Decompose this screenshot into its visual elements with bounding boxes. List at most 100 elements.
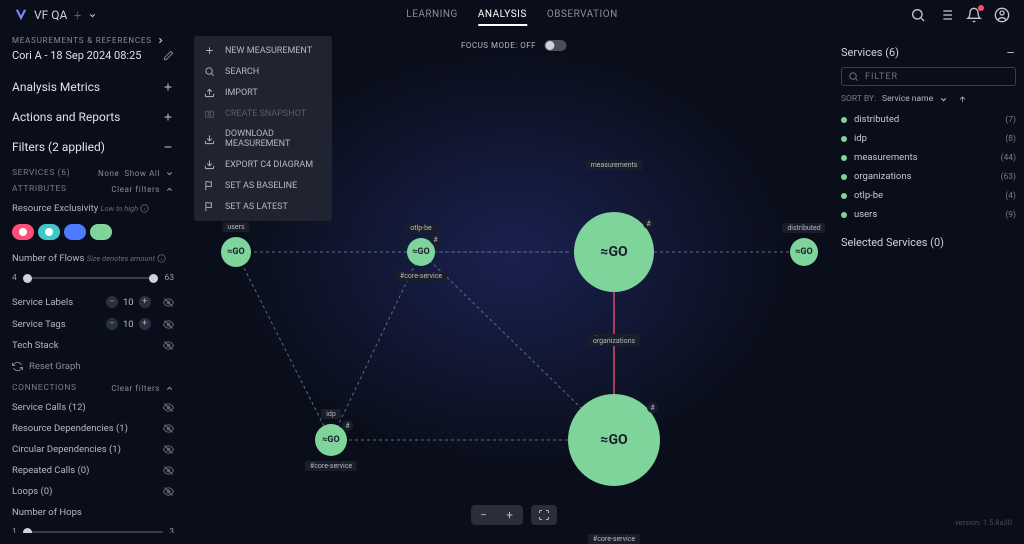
pencil-icon[interactable] xyxy=(163,50,174,61)
service-count: (9) xyxy=(1005,210,1016,220)
chevron-down-icon[interactable] xyxy=(165,169,174,178)
resource-exclusivity-row: Resource Exclusivity Low to high xyxy=(12,198,174,219)
bell-icon[interactable] xyxy=(966,7,982,23)
node-otlp-be[interactable]: ≈GO# otlp-be #core-service xyxy=(407,238,435,266)
plus-button[interactable]: + xyxy=(139,296,151,308)
minus-icon[interactable] xyxy=(1005,47,1016,58)
download-icon xyxy=(204,134,215,145)
filter-input-row[interactable] xyxy=(841,67,1016,86)
hops-max: 3 xyxy=(169,527,174,533)
menu-export-c4[interactable]: EXPORT C4 DIAGRAM xyxy=(194,154,332,175)
info-icon[interactable] xyxy=(140,204,149,213)
menu-label: NEW MEASUREMENT xyxy=(225,46,312,56)
loops-label: Loops (0) xyxy=(12,486,52,497)
minus-icon xyxy=(162,141,174,153)
tab-learning[interactable]: LEARNING xyxy=(406,5,458,26)
bubble-blue[interactable] xyxy=(64,224,86,240)
circular-deps-row[interactable]: Circular Dependencies (1) xyxy=(12,439,174,460)
info-icon[interactable] xyxy=(157,254,166,263)
avatar-icon[interactable] xyxy=(994,7,1010,23)
services-header: Services (6) xyxy=(841,46,1016,59)
connections-subheader: CONNECTIONS Clear filters xyxy=(12,383,174,393)
main: MEASUREMENTS & REFERENCES Cori A - 18 Se… xyxy=(0,30,1024,533)
reset-icon xyxy=(12,361,23,372)
focus-toggle[interactable] xyxy=(544,40,566,51)
service-labels-row: Service Labels − 10 + xyxy=(12,291,174,313)
num-flows-slider[interactable]: 4 63 xyxy=(12,273,174,283)
service-calls-row[interactable]: Service Calls (12) xyxy=(12,397,174,418)
eye-off-icon[interactable] xyxy=(163,319,174,330)
loops-row[interactable]: Loops (0) xyxy=(12,481,174,502)
sort-value[interactable]: Service name xyxy=(882,94,933,104)
chevron-up-icon[interactable] xyxy=(165,185,174,194)
tech-stack-row: Tech Stack xyxy=(12,335,174,356)
eye-off-icon[interactable] xyxy=(163,402,174,413)
list-icon[interactable] xyxy=(938,7,954,23)
snapshot-name: Cori A - 18 Sep 2024 08:25 xyxy=(12,49,141,62)
zoom-in-button[interactable]: + xyxy=(497,505,523,525)
bubble-green[interactable] xyxy=(90,224,112,240)
minus-button[interactable]: − xyxy=(106,318,118,330)
service-name: measurements xyxy=(854,152,917,163)
node-label: users xyxy=(222,222,249,232)
chevron-up-icon[interactable] xyxy=(165,384,174,393)
tab-analysis[interactable]: ANALYSIS xyxy=(478,5,527,26)
services-label: SERVICES (6) xyxy=(12,168,70,178)
eye-off-icon[interactable] xyxy=(163,340,174,351)
clear-connections-link[interactable]: Clear filters xyxy=(111,384,160,393)
service-item-idp[interactable]: idp(8) xyxy=(841,129,1016,148)
menu-search[interactable]: SEARCH xyxy=(194,61,332,82)
node-distributed[interactable]: ≈GO distributed xyxy=(790,238,818,266)
node-label: measurements xyxy=(586,160,643,170)
menu-label: CREATE SNAPSHOT xyxy=(225,109,306,119)
service-item-otlp-be[interactable]: otlp-be(4) xyxy=(841,186,1016,205)
plus-button[interactable]: + xyxy=(139,318,151,330)
service-item-distributed[interactable]: distributed(7) xyxy=(841,110,1016,129)
plus-icon xyxy=(162,81,174,93)
menu-new-measurement[interactable]: NEW MEASUREMENT xyxy=(194,40,332,61)
eye-off-icon[interactable] xyxy=(163,486,174,497)
menu-download[interactable]: DOWNLOAD MEASUREMENT xyxy=(194,124,332,154)
node-users[interactable]: ≈GO users xyxy=(221,237,251,267)
service-item-organizations[interactable]: organizations(63) xyxy=(841,167,1016,186)
menu-import[interactable]: IMPORT xyxy=(194,82,332,103)
menu-set-baseline[interactable]: SET AS BASELINE xyxy=(194,175,332,196)
services-title: Services (6) xyxy=(841,46,899,59)
service-item-users[interactable]: users(9) xyxy=(841,205,1016,224)
zoom-out-button[interactable]: − xyxy=(471,505,497,525)
service-item-measurements[interactable]: measurements(44) xyxy=(841,148,1016,167)
tab-observation[interactable]: OBSERVATION xyxy=(547,5,618,26)
reset-graph[interactable]: Reset Graph xyxy=(12,356,174,377)
resource-deps-row[interactable]: Resource Dependencies (1) xyxy=(12,418,174,439)
search-icon[interactable] xyxy=(910,7,926,23)
chevron-down-icon[interactable] xyxy=(939,95,948,104)
section-analysis-metrics[interactable]: Analysis Metrics xyxy=(12,72,174,102)
section-filters[interactable]: Filters (2 applied) xyxy=(12,132,174,162)
none-link[interactable]: None xyxy=(98,169,119,178)
eye-off-icon[interactable] xyxy=(163,423,174,434)
chevron-down-icon[interactable] xyxy=(88,11,97,20)
sort-direction-icon[interactable] xyxy=(958,95,967,104)
breadcrumb[interactable]: MEASUREMENTS & REFERENCES xyxy=(12,36,174,45)
menu-label: IMPORT xyxy=(225,88,258,98)
menu-set-latest[interactable]: SET AS LATEST xyxy=(194,196,332,217)
num-hops-slider[interactable]: 1 3 xyxy=(12,527,174,533)
fit-button[interactable] xyxy=(531,505,557,525)
logo-area[interactable]: VF QA xyxy=(14,8,97,22)
node-organizations[interactable]: ≈GO# organizations #core-service xyxy=(568,394,660,486)
section-actions-reports[interactable]: Actions and Reports xyxy=(12,102,174,132)
focus-label: FOCUS MODE: OFF xyxy=(461,41,536,50)
bubble-teal[interactable] xyxy=(38,224,60,240)
menu-label: DOWNLOAD MEASUREMENT xyxy=(225,129,322,149)
eye-off-icon[interactable] xyxy=(163,444,174,455)
minus-button[interactable]: − xyxy=(106,296,118,308)
eye-off-icon[interactable] xyxy=(163,465,174,476)
repeated-calls-row[interactable]: Repeated Calls (0) xyxy=(12,460,174,481)
bubble-pink[interactable] xyxy=(12,224,34,240)
filter-input[interactable] xyxy=(865,72,1009,82)
node-measurements[interactable]: ≈GO# measurements #core-service xyxy=(574,212,654,292)
eye-off-icon[interactable] xyxy=(163,297,174,308)
showall-link[interactable]: Show All xyxy=(124,169,160,178)
clear-attrs-link[interactable]: Clear filters xyxy=(111,185,160,194)
node-idp[interactable]: ≈GO# idp #core-service xyxy=(315,424,347,456)
